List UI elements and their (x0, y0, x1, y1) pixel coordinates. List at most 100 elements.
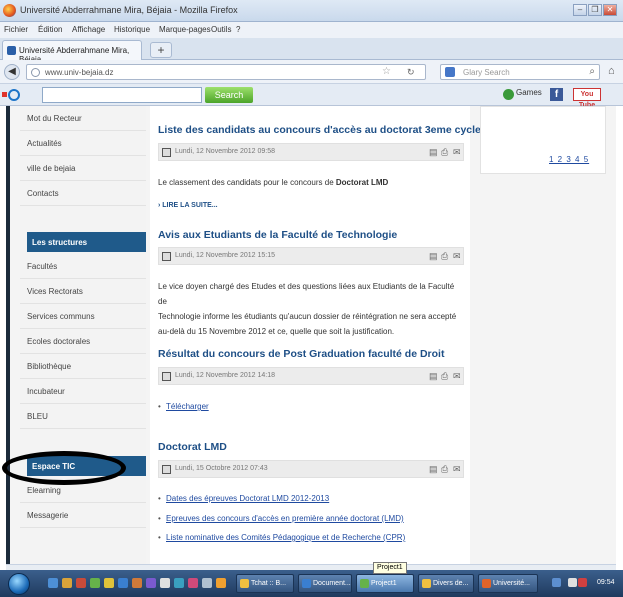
sidebar-item-incubateur[interactable]: Incubateur (20, 379, 146, 404)
quicklaunch-icon[interactable] (174, 578, 184, 588)
globe-icon (31, 68, 40, 77)
tray-icon[interactable] (552, 578, 561, 587)
sidebar-item-bibliotheque[interactable]: Bibliothèque (20, 354, 146, 379)
article-date-1: Lundi, 12 Novembre 2012 09:58 (175, 148, 276, 155)
email-icon[interactable]: ✉ (453, 147, 462, 157)
calendar-icon (162, 465, 171, 474)
sidebar-item-services-communs[interactable]: Services communs (20, 304, 146, 329)
article-title-2[interactable]: Avis aux Etudiants de la Faculté de Tech… (158, 229, 397, 241)
sidebar-item-facultes[interactable]: Facultés (20, 254, 146, 279)
doctorat-dates-link[interactable]: Dates des épreuves Doctorat LMD 2012-201… (158, 494, 329, 503)
sidebar-item-bleu[interactable]: BLEU (20, 404, 146, 429)
menu-historique[interactable]: Historique (114, 25, 150, 34)
print-icon[interactable]: ⎙ (441, 251, 450, 261)
doctorat-epreuves-link[interactable]: Epreuves des concours d'accès en premièr… (158, 514, 404, 523)
print-icon[interactable]: ⎙ (441, 371, 450, 381)
reload-icon[interactable]: ↻ (407, 67, 415, 78)
quicklaunch-icon[interactable] (48, 578, 58, 588)
bookmark-star-icon[interactable]: ☆ (382, 66, 391, 77)
tray-icon[interactable] (568, 578, 577, 587)
email-icon[interactable]: ✉ (453, 251, 462, 261)
quicklaunch-icon[interactable] (146, 578, 156, 588)
home-icon[interactable]: ⌂ (608, 65, 615, 77)
quicklaunch-icon[interactable] (104, 578, 114, 588)
toolbar-search-button[interactable]: Search (205, 87, 253, 103)
article-title-4[interactable]: Doctorat LMD (158, 441, 227, 453)
article-meta-4: Lundi, 15 Octobre 2012 07:43 ▤ ⎙ ✉ (158, 460, 464, 478)
tray-icon[interactable] (578, 578, 587, 587)
games-label[interactable]: Games (516, 88, 542, 97)
address-bar[interactable]: www.univ-bejaia.dz ☆ ↻ (26, 64, 426, 80)
taskbar-item-divers[interactable]: Divers de... (418, 574, 474, 593)
minimize-button[interactable]: – (573, 4, 587, 16)
site-favicon-icon (7, 46, 16, 55)
sidebar-item-ville-de-bejaia[interactable]: ville de bejaia (20, 156, 146, 181)
article-meta-2: Lundi, 12 Novembre 2012 15:15 ▤ ⎙ ✉ (158, 247, 464, 265)
pdf-icon[interactable]: ▤ (429, 464, 438, 474)
taskbar-item-universite[interactable]: Université... (478, 574, 538, 593)
menu-edition[interactable]: Édition (38, 25, 62, 34)
pdf-icon[interactable]: ▤ (429, 371, 438, 381)
sidebar-item-messagerie[interactable]: Messagerie (20, 503, 146, 528)
article-meta-1: Lundi, 12 Novembre 2012 09:58 ▤ ⎙ ✉ (158, 143, 464, 161)
sidebar-item-contacts[interactable]: Contacts (20, 181, 146, 206)
print-icon[interactable]: ⎙ (441, 147, 450, 157)
url-text: www.univ-bejaia.dz (45, 68, 114, 77)
section-header-structures: Les structures (27, 232, 146, 252)
article-meta-3: Lundi, 12 Novembre 2012 14:18 ▤ ⎙ ✉ (158, 367, 464, 385)
sidebar-item-actualites[interactable]: Actualités (20, 131, 146, 156)
quicklaunch-icon[interactable] (160, 578, 170, 588)
taskbar-item-document[interactable]: Document... (298, 574, 352, 593)
games-icon[interactable] (503, 89, 514, 100)
maximize-button[interactable]: ❐ (588, 4, 602, 16)
toolbar-search-input[interactable] (42, 87, 202, 103)
download-link[interactable]: Télécharger (158, 402, 209, 411)
menu-fichier[interactable]: Fichier (4, 25, 28, 34)
article-title-1[interactable]: Liste des candidats au concours d'accès … (158, 124, 481, 136)
taskbar-item-project1[interactable]: Project1 (356, 574, 414, 593)
quicklaunch-icon[interactable] (90, 578, 100, 588)
new-tab-button[interactable]: + (150, 42, 172, 58)
quicklaunch-icon[interactable] (202, 578, 212, 588)
toolbar-logo-icon[interactable] (2, 88, 20, 102)
email-icon[interactable]: ✉ (453, 371, 462, 381)
pdf-icon[interactable]: ▤ (429, 251, 438, 261)
menu-help[interactable]: ? (236, 25, 240, 34)
menu-marque-pages[interactable]: Marque-pages (159, 25, 211, 34)
email-icon[interactable]: ✉ (453, 464, 462, 474)
window-title: Université Abderrahmane Mira, Béjaia - M… (20, 5, 238, 15)
close-button[interactable]: ✕ (603, 4, 617, 16)
youtube-icon[interactable]: You Tube (573, 88, 601, 109)
read-more-link[interactable]: › LIRE LA SUITE... (158, 202, 218, 209)
back-button[interactable]: ◀ (4, 64, 20, 80)
quicklaunch-icon[interactable] (188, 578, 198, 588)
pagination[interactable]: 1 2 3 4 5 (549, 155, 589, 164)
print-icon[interactable]: ⎙ (441, 464, 450, 474)
search-icon[interactable]: ⌕ (589, 66, 595, 77)
search-bar[interactable]: Glary Search ⌕ (440, 64, 600, 80)
addon-toolbar: Search Games f You Tube (0, 84, 623, 109)
tab-universite[interactable]: Université Abderrahmane Mira, Béjaia (2, 40, 142, 64)
taskbar-item-tchat[interactable]: Tchat :: B... (236, 574, 294, 593)
sidebar-item-mot-du-recteur[interactable]: Mot du Recteur (20, 106, 146, 131)
highlight-ellipse-annotation (2, 451, 126, 485)
facebook-icon[interactable]: f (550, 88, 563, 101)
right-sidebar-box: 1 2 3 4 5 (480, 106, 606, 174)
cpr-list-link[interactable]: Liste nominative des Comités Pédagogique… (158, 533, 405, 542)
search-engine-icon[interactable] (445, 67, 455, 77)
quicklaunch-icon[interactable] (62, 578, 72, 588)
article-title-3[interactable]: Résultat du concours de Post Graduation … (158, 348, 444, 360)
pdf-icon[interactable]: ▤ (429, 147, 438, 157)
sidebar-item-vices-rectorats[interactable]: Vices Rectorats (20, 279, 146, 304)
quicklaunch-icon[interactable] (216, 578, 226, 588)
menu-outils[interactable]: Outils (211, 25, 231, 34)
clock[interactable]: 09:54 (597, 579, 615, 586)
article-body-2: Le vice doyen chargé des Etudes et des q… (158, 282, 457, 336)
quicklaunch-icon[interactable] (118, 578, 128, 588)
quicklaunch-icon[interactable] (76, 578, 86, 588)
start-button[interactable] (8, 573, 30, 595)
sidebar-item-ecoles-doctorales[interactable]: Ecoles doctorales (20, 329, 146, 354)
quicklaunch-icon[interactable] (132, 578, 142, 588)
menu-affichage[interactable]: Affichage (72, 25, 105, 34)
calendar-icon (162, 148, 171, 157)
